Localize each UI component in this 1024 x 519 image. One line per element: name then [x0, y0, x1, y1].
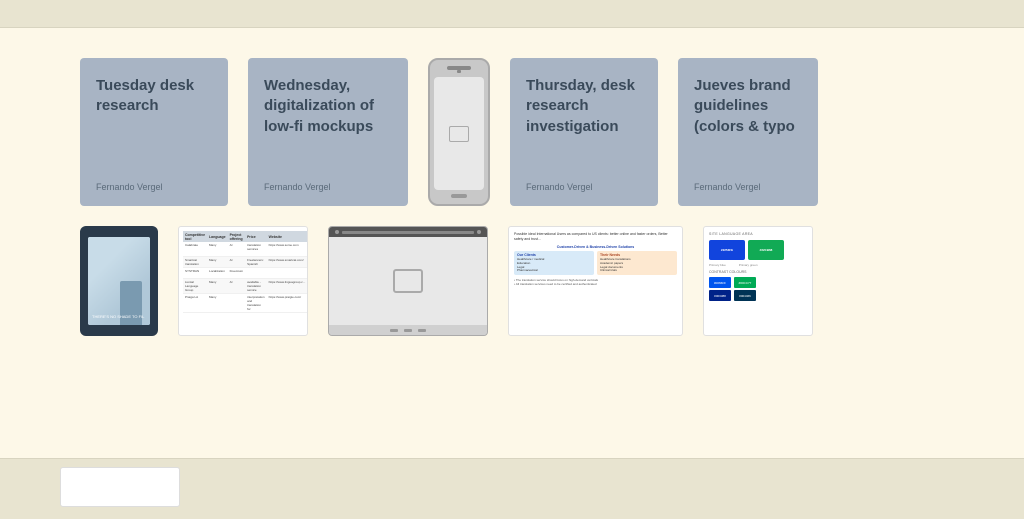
card-thursday[interactable]: Thursday, desk research investigation Fe…: [510, 58, 658, 206]
table-row: Liontal Language Group Many AI available…: [183, 279, 308, 294]
phone-mockup: [428, 58, 490, 206]
desktop-nav: [329, 325, 487, 335]
col-website: Website: [267, 231, 308, 242]
research-intro-text: Possible ideal International Users as co…: [514, 232, 677, 242]
card-tuesday-title: Tuesday desk research: [96, 76, 212, 117]
card-wednesday[interactable]: Wednesday, digitalization of low-fi mock…: [248, 58, 408, 206]
research-col-right: Their Needs Healthcare translations Acad…: [597, 251, 677, 276]
mini-table: Competitive tool Language Project offeri…: [183, 231, 308, 313]
research-footer-text: • The translation service should focus o…: [514, 278, 677, 286]
contrast-swatch-1: #0066FF: [709, 277, 731, 288]
table-row: Calabrate Many AI translation services h…: [183, 242, 308, 257]
table-thumbnail[interactable]: Competitive tool Language Project offeri…: [178, 226, 308, 336]
card-tuesday-author: Fernando Vergel: [96, 182, 212, 192]
card-jueves-author: Fernando Vergel: [694, 182, 802, 192]
research-thumbnail[interactable]: Possible ideal International Users as co…: [508, 226, 683, 336]
desktop-screen-icon: [393, 269, 423, 293]
col-language: Language: [207, 231, 228, 242]
swatch-label-row: Primary blue Primary green: [709, 263, 807, 267]
col-target: Target audience: [307, 231, 308, 242]
desktop-screen: [329, 237, 487, 325]
brand-section-title: SITE LANGUAGE AREA: [709, 232, 807, 236]
contrast-title: CONTRAST COLOURS: [709, 270, 807, 274]
card-wednesday-title: Wednesday, digitalization of low-fi mock…: [264, 76, 392, 137]
cards-row: Tuesday desk research Fernando Vergel We…: [80, 58, 964, 206]
contrast-swatch-4: #004466: [734, 290, 756, 301]
desktop-toolbar: [329, 227, 487, 237]
swatch-blue: #2253FE: [709, 240, 745, 260]
nav-dot-2: [404, 329, 412, 332]
research-grid: Our Clients Healthcare / medical Educati…: [514, 251, 677, 276]
nav-dot-1: [390, 329, 398, 332]
table-row: SYSTRAN Localization Freemium Healthcare…: [183, 268, 308, 279]
col-competitive: Competitive tool: [183, 231, 207, 242]
tablet-screen: THERE'S NO SHADE TO FIL: [88, 237, 150, 325]
card-thursday-author: Fernando Vergel: [526, 182, 642, 192]
card-jueves[interactable]: Jueves brand guidelines (colors & typo F…: [678, 58, 818, 206]
bottom-bar: [0, 458, 1024, 519]
primary-swatches: #2253FE #22CB68: [709, 240, 807, 260]
toolbar-dot: [335, 230, 339, 234]
phone-speaker: [457, 70, 461, 73]
desktop-thumbnail[interactable]: [328, 226, 488, 336]
swatch-green: #22CB68: [748, 240, 784, 260]
card-tuesday[interactable]: Tuesday desk research Fernando Vergel: [80, 58, 228, 206]
col-project: Project offering: [228, 231, 246, 242]
phone-home-button: [451, 194, 467, 198]
card-wednesday-author: Fernando Vergel: [264, 182, 392, 192]
contrast-swatch-2: #00CC77: [734, 277, 756, 288]
card-thursday-title: Thursday, desk research investigation: [526, 76, 642, 137]
phone-screen-icon: [449, 126, 469, 142]
phone-screen: [434, 77, 484, 190]
contrast-swatch-3: #003388: [709, 290, 731, 301]
nav-dot-3: [418, 329, 426, 332]
card-jueves-title: Jueves brand guidelines (colors & typo: [694, 76, 802, 137]
research-col-left: Our Clients Healthcare / medical Educati…: [514, 251, 594, 276]
contrast-row-2: #003388 #004466: [709, 290, 807, 301]
contrast-row-1: #0066FF #00CC77: [709, 277, 807, 288]
research-section-title: Customer-Driven & Business-Driven Soluti…: [514, 245, 677, 249]
table-row: Praiga LA Many interpretation and transl…: [183, 294, 308, 313]
table-row: Smartcat translation Many AI Freelancers…: [183, 257, 308, 268]
tablet-text: THERE'S NO SHADE TO FIL: [92, 314, 144, 319]
thumbnails-row: THERE'S NO SHADE TO FIL Competitive tool…: [80, 226, 964, 336]
toolbar-dot-2: [477, 230, 481, 234]
brand-thumbnail[interactable]: SITE LANGUAGE AREA #2253FE #22CB68 Prima…: [703, 226, 813, 336]
col-price: Price: [245, 231, 267, 242]
tablet-thumbnail[interactable]: THERE'S NO SHADE TO FIL: [80, 226, 158, 336]
bottom-thumb-1[interactable]: [60, 467, 180, 507]
toolbar-address-bar: [342, 231, 474, 234]
main-area: Tuesday desk research Fernando Vergel We…: [0, 28, 1024, 458]
top-bar: [0, 0, 1024, 28]
